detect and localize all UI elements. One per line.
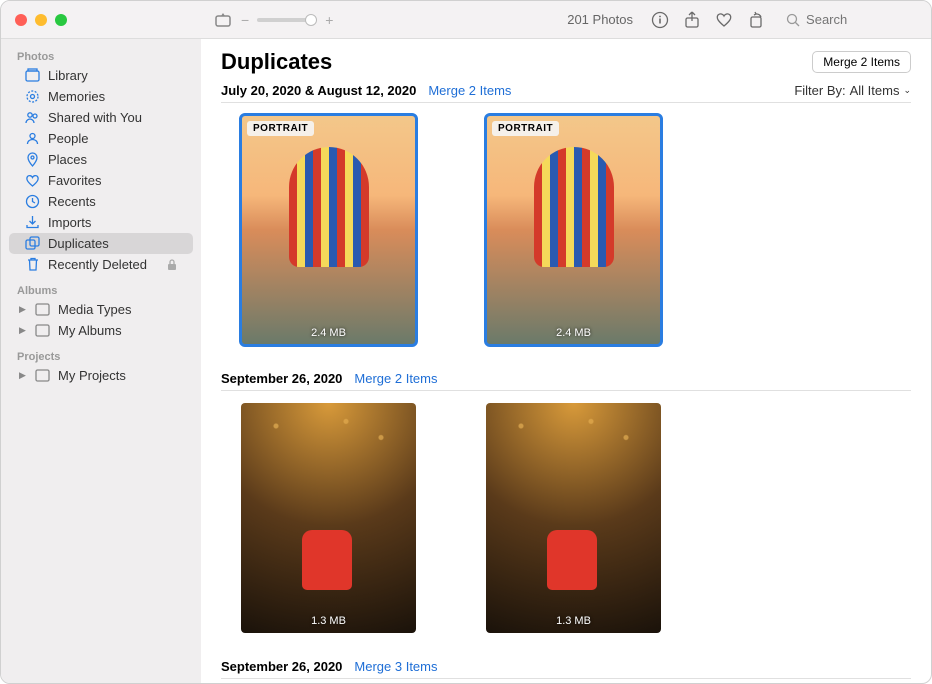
memories-icon (25, 89, 40, 104)
recents-icon (25, 194, 40, 209)
duplicates-icon (25, 236, 40, 251)
group-header: September 26, 2020 Merge 3 Items (221, 659, 911, 679)
sidebar-label: Library (48, 68, 88, 83)
merge-link[interactable]: Merge 3 Items (354, 659, 437, 674)
file-size-label: 1.3 MB (556, 615, 591, 627)
group-date-label: September 26, 2020 (221, 659, 342, 674)
zoom-minus-label[interactable]: − (241, 12, 249, 28)
places-icon (25, 152, 40, 167)
photo-thumbnail[interactable]: 1.3 MB (486, 403, 661, 633)
shared-icon (25, 110, 40, 125)
zoom-plus-label[interactable]: + (325, 12, 333, 28)
sidebar-item-people[interactable]: People (9, 128, 193, 149)
favorites-icon (25, 173, 40, 188)
group-date-label: September 26, 2020 (221, 371, 342, 386)
sidebar-section-photos: Photos (1, 47, 201, 65)
page-title: Duplicates (221, 49, 332, 75)
photo-thumbnail[interactable]: PORTRAIT 2.4 MB (486, 115, 661, 345)
zoom-slider-thumb[interactable] (305, 14, 317, 26)
sidebar-label: My Albums (58, 323, 122, 338)
sidebar-label: Memories (48, 89, 105, 104)
sidebar-item-recents[interactable]: Recents (9, 191, 193, 212)
file-size-label: 2.4 MB (556, 327, 591, 339)
filter-value: All Items (850, 83, 900, 98)
sidebar-label: Favorites (48, 173, 101, 188)
sidebar-item-my-albums[interactable]: ▶ My Albums (9, 320, 193, 341)
portrait-badge: PORTRAIT (247, 121, 314, 136)
maximize-button[interactable] (55, 14, 67, 26)
sidebar: Photos Library Memories Shared with You … (1, 39, 201, 683)
sidebar-item-memories[interactable]: Memories (9, 86, 193, 107)
photo-count-label: 201 Photos (567, 12, 633, 27)
sidebar-item-recently-deleted[interactable]: Recently Deleted (9, 254, 193, 275)
close-button[interactable] (15, 14, 27, 26)
info-icon[interactable] (651, 11, 669, 29)
sidebar-label: Shared with You (48, 110, 142, 125)
content-area: Duplicates Merge 2 Items July 20, 2020 &… (201, 39, 931, 683)
favorite-icon[interactable] (715, 11, 733, 29)
sidebar-item-library[interactable]: Library (9, 65, 193, 86)
group-date-label: July 20, 2020 & August 12, 2020 (221, 83, 416, 98)
sidebar-item-favorites[interactable]: Favorites (9, 170, 193, 191)
filter-control[interactable]: Filter By: All Items ⌄ (794, 83, 911, 98)
sidebar-label: Recents (48, 194, 96, 209)
portrait-badge: PORTRAIT (492, 121, 559, 136)
sidebar-label: Media Types (58, 302, 131, 317)
sidebar-item-imports[interactable]: Imports (9, 212, 193, 233)
sidebar-label: Places (48, 152, 87, 167)
minimize-button[interactable] (35, 14, 47, 26)
sidebar-label: People (48, 131, 88, 146)
chevron-right-icon: ▶ (19, 304, 27, 315)
search-box[interactable] (779, 8, 919, 32)
albums-icon (35, 323, 50, 338)
chevron-right-icon: ▶ (19, 325, 27, 336)
search-icon (785, 11, 800, 29)
lock-icon (167, 259, 177, 271)
merge-link[interactable]: Merge 2 Items (354, 371, 437, 386)
file-size-label: 1.3 MB (311, 615, 346, 627)
group-header: September 26, 2020 Merge 2 Items (221, 371, 911, 391)
group-header: July 20, 2020 & August 12, 2020 Merge 2 … (221, 83, 911, 103)
sidebar-label: My Projects (58, 368, 126, 383)
thumbnail-row: 1.3 MB 1.3 MB (221, 391, 911, 651)
merge-link[interactable]: Merge 2 Items (428, 83, 511, 98)
sidebar-label: Imports (48, 215, 91, 230)
sidebar-section-projects: Projects (1, 347, 201, 365)
imports-icon (25, 215, 40, 230)
chevron-right-icon: ▶ (19, 370, 27, 381)
filter-label: Filter By: (794, 83, 845, 98)
chevron-down-icon: ⌄ (903, 85, 911, 96)
library-icon (25, 68, 40, 83)
trash-icon (25, 257, 40, 272)
titlebar: − + 201 Photos (1, 1, 931, 39)
sidebar-item-my-projects[interactable]: ▶ My Projects (9, 365, 193, 386)
window-controls (15, 14, 67, 26)
merge-selected-button[interactable]: Merge 2 Items (812, 51, 911, 73)
sidebar-label: Recently Deleted (48, 257, 147, 272)
sidebar-item-duplicates[interactable]: Duplicates (9, 233, 193, 254)
sidebar-section-albums: Albums (1, 281, 201, 299)
people-icon (25, 131, 40, 146)
sidebar-item-places[interactable]: Places (9, 149, 193, 170)
photo-thumbnail[interactable]: PORTRAIT 2.4 MB (241, 115, 416, 345)
thumbnail-row: PORTRAIT 2.4 MB PORTRAIT 2.4 MB (221, 103, 911, 363)
media-types-icon (35, 302, 50, 317)
zoom-slider[interactable] (257, 18, 317, 22)
photo-thumbnail[interactable]: 1.3 MB (241, 403, 416, 633)
search-input[interactable] (806, 12, 913, 27)
sidebar-label: Duplicates (48, 236, 109, 251)
projects-icon (35, 368, 50, 383)
file-size-label: 2.4 MB (311, 327, 346, 339)
sidebar-item-media-types[interactable]: ▶ Media Types (9, 299, 193, 320)
aspect-icon[interactable] (215, 11, 233, 29)
share-icon[interactable] (683, 11, 701, 29)
zoom-controls: − + (215, 11, 333, 29)
sidebar-item-shared[interactable]: Shared with You (9, 107, 193, 128)
rotate-icon[interactable] (747, 11, 765, 29)
